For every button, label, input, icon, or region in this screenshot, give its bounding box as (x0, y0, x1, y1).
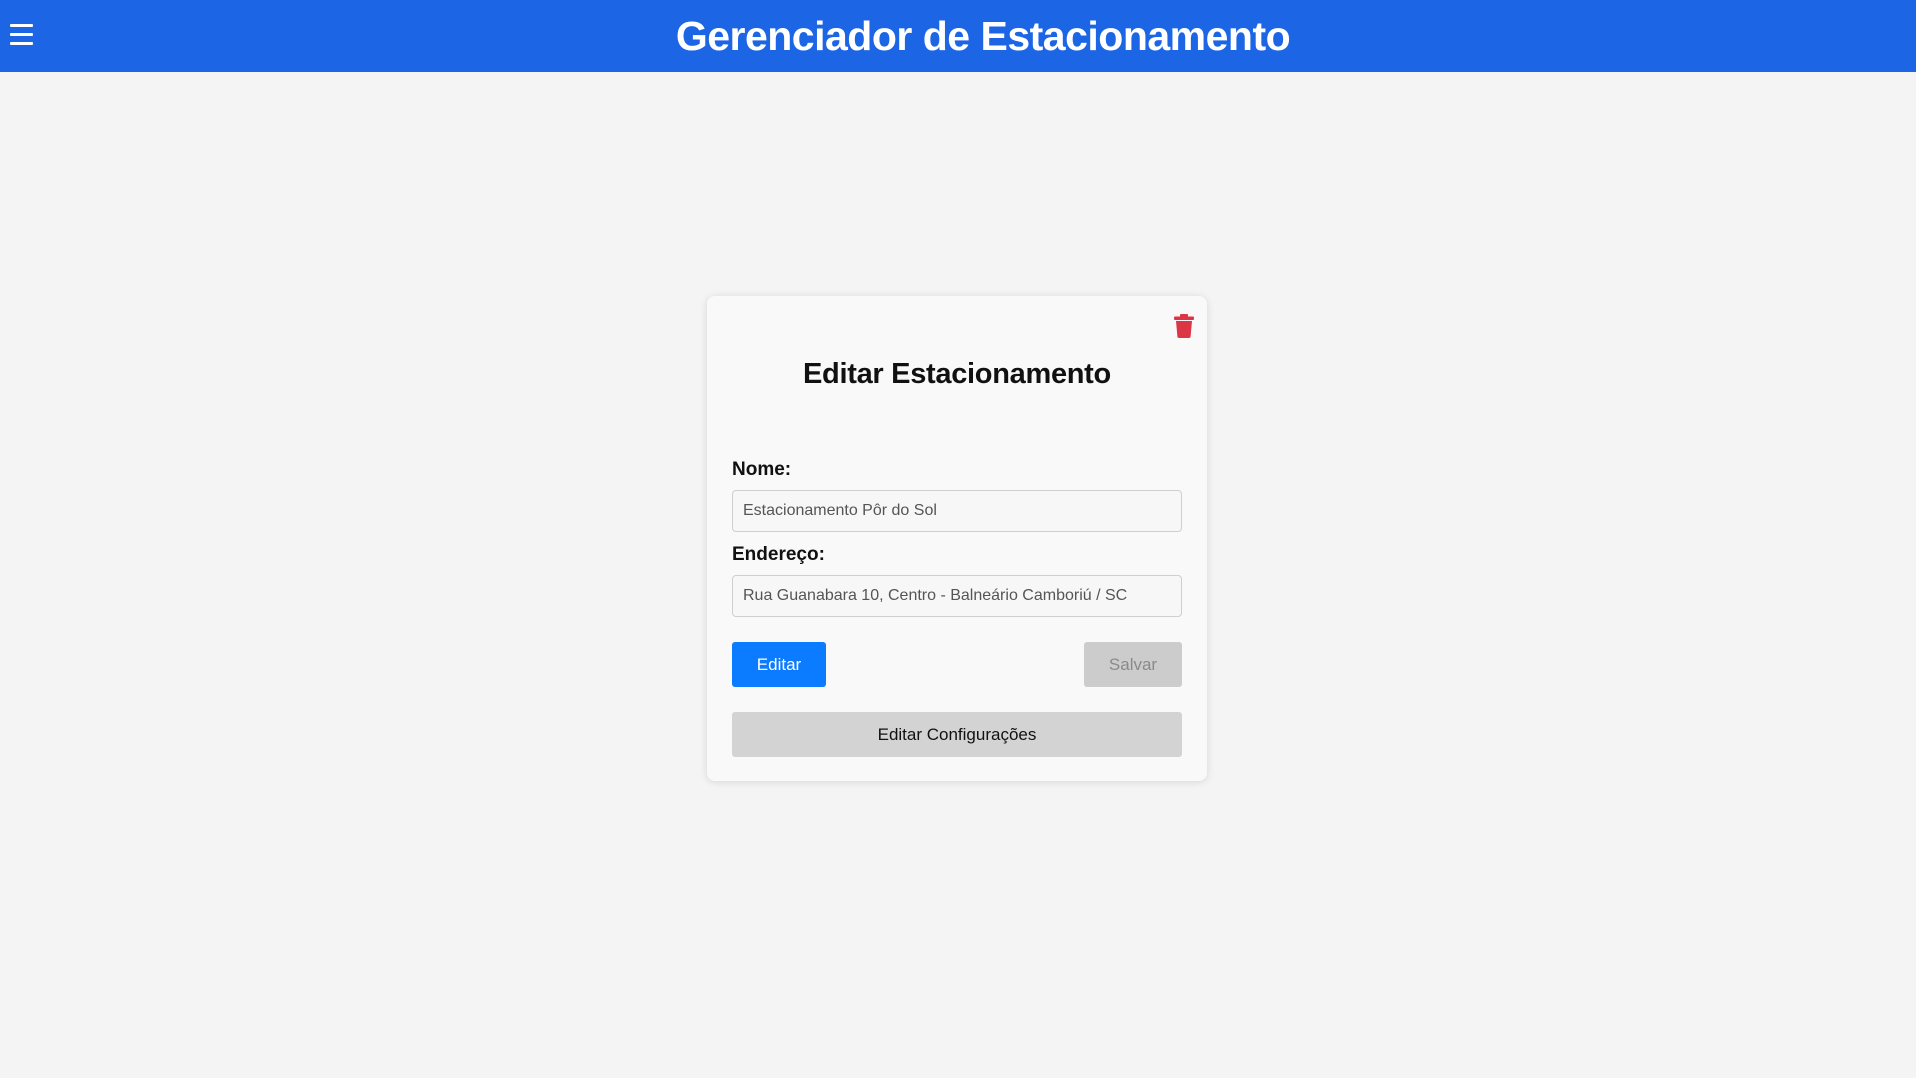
delete-button[interactable] (1173, 314, 1195, 340)
address-input[interactable] (732, 575, 1182, 617)
app-title: Gerenciador de Estacionamento (675, 13, 1291, 59)
address-label: Endereço: (732, 544, 825, 565)
top-bar: Gerenciador de Estacionamento (0, 0, 1916, 72)
edit-parking-card: Editar Estacionamento Nome: Endereço: Ed… (707, 296, 1207, 781)
name-label: Nome: (732, 459, 792, 480)
trash-icon (1174, 314, 1194, 338)
edit-button[interactable]: Editar (732, 642, 826, 687)
name-input[interactable] (732, 490, 1182, 532)
edit-settings-button[interactable]: Editar Configurações (732, 712, 1182, 757)
save-button[interactable]: Salvar (1084, 642, 1182, 687)
card-title: Editar Estacionamento (803, 358, 1111, 390)
